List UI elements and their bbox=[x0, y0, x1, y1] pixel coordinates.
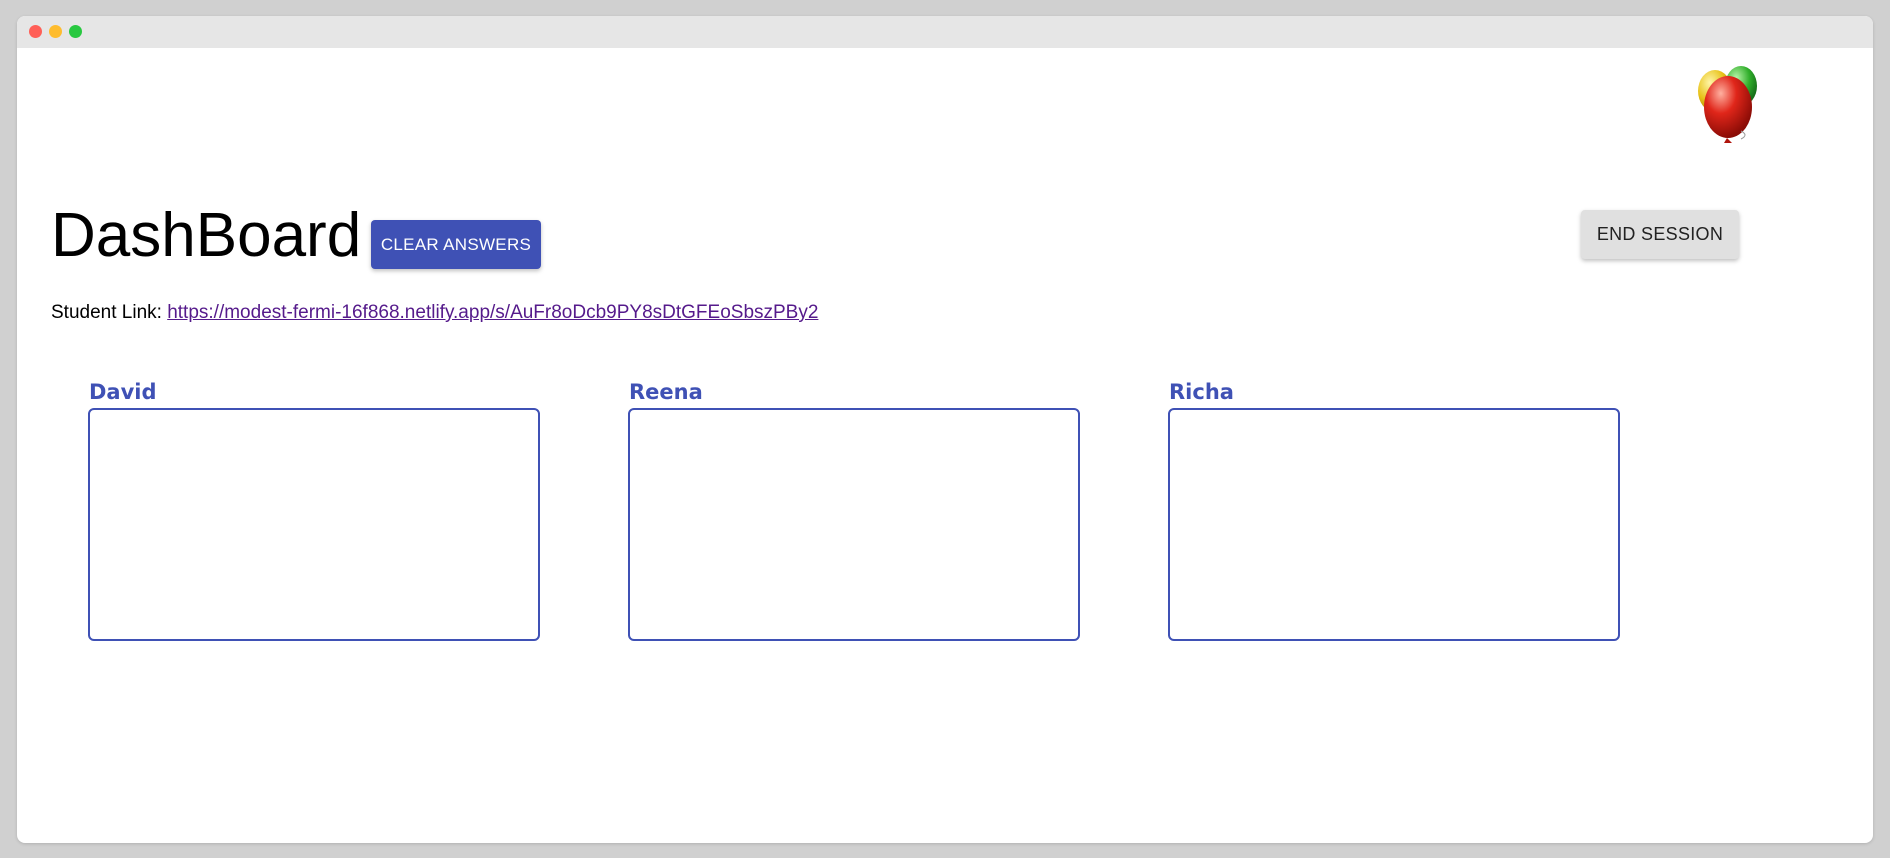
minimize-window-button[interactable] bbox=[49, 25, 62, 38]
student-card-reena: Reena bbox=[628, 378, 1080, 641]
student-link-label: Student Link: bbox=[51, 302, 162, 323]
maximize-window-button[interactable] bbox=[69, 25, 82, 38]
page-title: DashBoard bbox=[51, 201, 362, 270]
student-answer-box bbox=[628, 408, 1080, 641]
student-card-richa: Richa bbox=[1168, 378, 1620, 641]
student-card-david: David bbox=[88, 378, 540, 641]
clear-answers-button[interactable]: CLEAR ANSWERS bbox=[371, 220, 541, 269]
student-name: Reena bbox=[629, 380, 703, 404]
student-name: Richa bbox=[1169, 380, 1234, 404]
end-session-button[interactable]: END SESSION bbox=[1581, 210, 1739, 259]
dashboard-page: DashBoard CLEAR ANSWERS END SESSION Stud… bbox=[17, 48, 1873, 843]
student-answer-box bbox=[1168, 408, 1620, 641]
student-link-row: Student Link: https://modest-fermi-16f86… bbox=[51, 302, 818, 324]
student-answers-grid: David Reena Richa bbox=[88, 378, 1648, 648]
close-window-button[interactable] bbox=[29, 25, 42, 38]
student-link-url[interactable]: https://modest-fermi-16f868.netlify.app/… bbox=[167, 302, 818, 323]
student-name: David bbox=[89, 380, 157, 404]
window-titlebar bbox=[17, 16, 1873, 48]
student-answer-box bbox=[88, 408, 540, 641]
balloons-icon bbox=[1689, 63, 1769, 153]
browser-window: DashBoard CLEAR ANSWERS END SESSION Stud… bbox=[17, 16, 1873, 843]
